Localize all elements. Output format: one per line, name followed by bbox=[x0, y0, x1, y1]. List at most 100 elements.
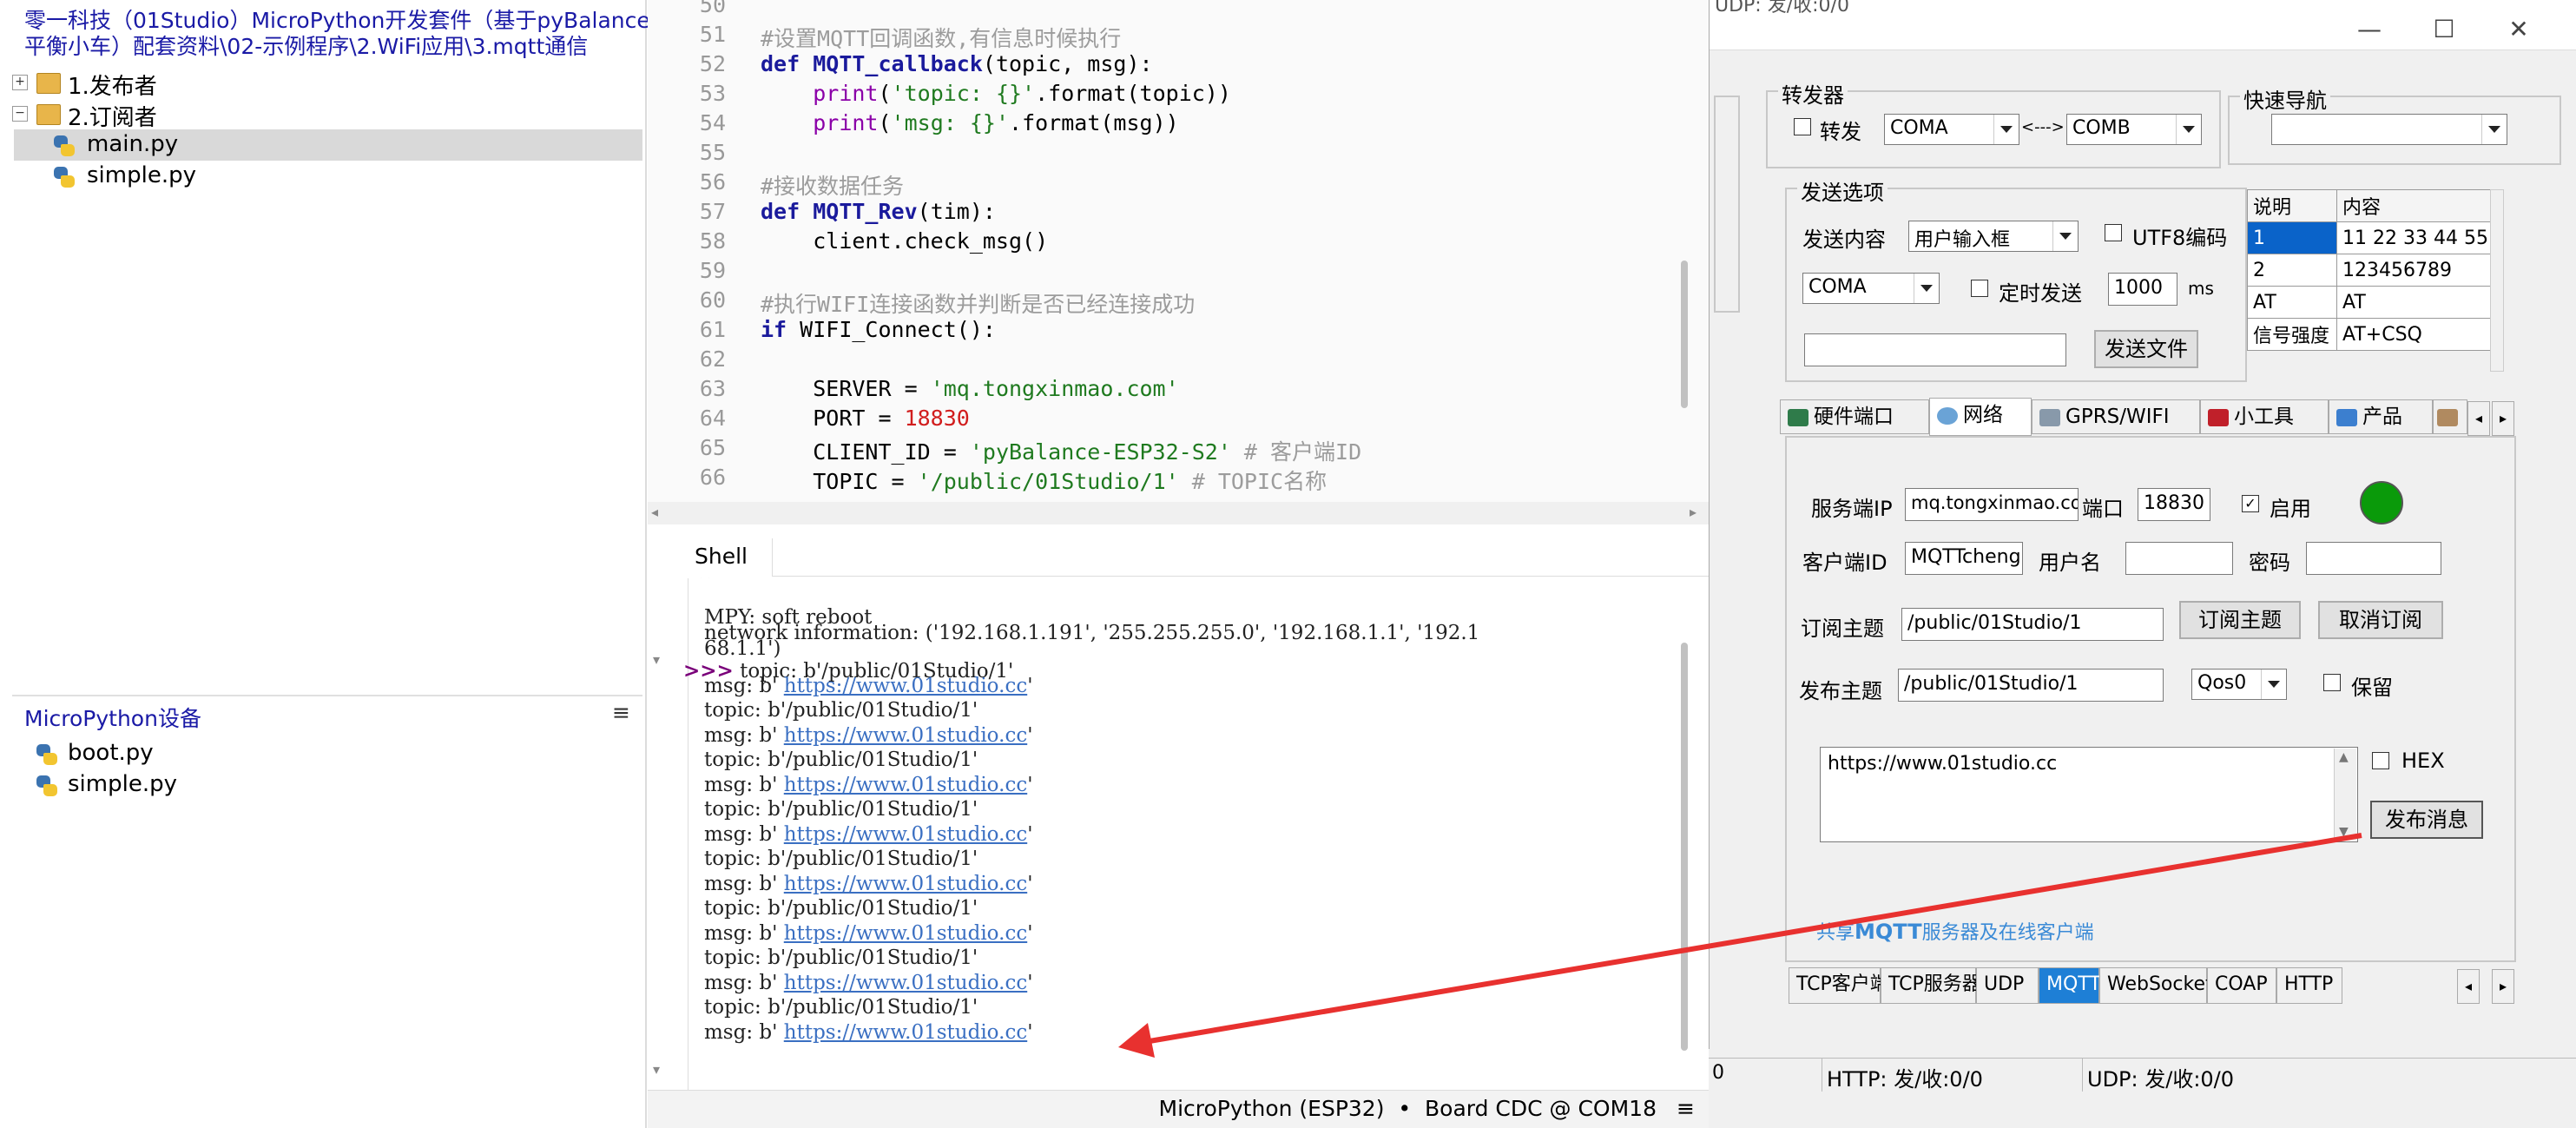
chevron-down-icon bbox=[1914, 274, 1939, 303]
tab-tools[interactable]: 小工具 bbox=[2200, 399, 2329, 434]
tree-file-main-py[interactable]: main.py bbox=[14, 129, 642, 161]
forward-to-select[interactable]: COMB bbox=[2066, 114, 2202, 145]
forward-label: 转发 bbox=[1820, 120, 1861, 144]
tab-products[interactable]: 产品 bbox=[2329, 399, 2433, 434]
message-scrollbar[interactable]: ▲ ▼ bbox=[2334, 749, 2356, 841]
server-ip-input[interactable]: mq.tongxinmao.com bbox=[1905, 488, 2079, 521]
tab-udp[interactable]: UDP bbox=[1976, 967, 2039, 1004]
subscribe-topic-input[interactable]: /public/01Studio/1 bbox=[1901, 608, 2164, 641]
scroll-down-icon[interactable]: ▾ bbox=[653, 651, 660, 668]
collapse-icon[interactable]: − bbox=[12, 106, 28, 122]
retain-checkbox[interactable] bbox=[2323, 674, 2341, 691]
table-row[interactable]: 2 123456789 bbox=[2247, 254, 2494, 287]
tab-scroll-left-icon[interactable]: ◂ bbox=[2457, 969, 2480, 1004]
shared-server-link[interactable]: 共享MQTT服务器及在线客户端 bbox=[1816, 917, 2094, 945]
quicknav-select[interactable] bbox=[2271, 114, 2507, 145]
maximize-icon[interactable]: ☐ bbox=[2427, 12, 2461, 47]
username-input[interactable] bbox=[2125, 542, 2233, 575]
interpreter-status[interactable]: MicroPython (ESP32) • Board CDC @ COM18 bbox=[1159, 1096, 1657, 1121]
device-file-simple-py[interactable]: simple.py bbox=[0, 769, 642, 801]
tree-file-simple-py[interactable]: simple.py bbox=[0, 161, 642, 192]
send-content-select[interactable]: 用户输入框 bbox=[1908, 221, 2079, 252]
tab-scroll-right-icon[interactable]: ▸ bbox=[2492, 969, 2514, 1004]
table-row[interactable]: AT AT bbox=[2247, 286, 2494, 319]
editor-horizontal-scrollbar[interactable]: ◂ ▸ bbox=[648, 502, 1709, 524]
menu-icon[interactable]: ≡ bbox=[1677, 1096, 1695, 1121]
table-scrollbar[interactable] bbox=[2490, 189, 2504, 372]
minimize-icon[interactable]: — bbox=[2352, 12, 2387, 47]
tab-more[interactable] bbox=[2433, 399, 2467, 434]
python-file-icon bbox=[35, 742, 59, 767]
code-line-63: SERVER = 'mq.tongxinmao.com' bbox=[813, 376, 1179, 401]
scroll-right-icon[interactable]: ▸ bbox=[1690, 504, 1696, 520]
send-content-label: 发送内容 bbox=[1802, 228, 1886, 252]
forward-from-select[interactable]: COMA bbox=[1884, 114, 2019, 145]
shell-vertical-scrollbar[interactable] bbox=[1681, 643, 1688, 1051]
url-link[interactable]: https://www.01studio.cc bbox=[784, 1021, 1027, 1044]
qos-select[interactable]: Qos0 bbox=[2191, 669, 2287, 700]
close-icon[interactable]: ✕ bbox=[2501, 12, 2536, 47]
table-cell[interactable]: 信号强度 bbox=[2247, 318, 2337, 351]
url-link[interactable]: https://www.01studio.cc bbox=[784, 823, 1027, 846]
enable-checkbox[interactable]: ✓ bbox=[2242, 495, 2259, 512]
table-cell[interactable]: 1 bbox=[2247, 221, 2337, 254]
unsubscribe-button[interactable]: 取消订阅 bbox=[2318, 601, 2443, 639]
tab-http[interactable]: HTTP bbox=[2276, 967, 2342, 1004]
code-editor[interactable]: 50 51 52 53 54 55 56 57 58 59 60 61 62 63 64 65 66 #设置MQ… bbox=[648, 0, 1709, 504]
password-input[interactable] bbox=[2306, 542, 2441, 575]
forward-checkbox[interactable] bbox=[1794, 118, 1811, 135]
tab-shell[interactable]: Shell × bbox=[686, 538, 773, 593]
table-cell[interactable]: 11 22 33 44 55 bbox=[2336, 221, 2494, 254]
timed-send-checkbox[interactable] bbox=[1971, 280, 1988, 297]
client-id-input[interactable]: MQTTcheng bbox=[1905, 542, 2023, 575]
tab-websockets[interactable]: WebSockets bbox=[2099, 967, 2223, 1004]
table-cell[interactable]: 2 bbox=[2247, 254, 2337, 287]
menu-icon[interactable]: ≡ bbox=[612, 700, 630, 725]
publish-topic-input[interactable]: /public/01Studio/1 bbox=[1898, 669, 2164, 702]
url-link[interactable]: https://www.01studio.cc bbox=[784, 724, 1027, 747]
publish-button[interactable]: 发布消息 bbox=[2370, 801, 2483, 839]
scroll-down-icon[interactable]: ▾ bbox=[653, 1061, 660, 1078]
table-row[interactable]: 信号强度 AT+CSQ bbox=[2247, 318, 2494, 351]
tree-folder-publisher[interactable]: + 1.发布者 bbox=[0, 67, 642, 100]
table-cell[interactable]: AT+CSQ bbox=[2336, 318, 2494, 351]
tab-gprs-wifi[interactable]: GPRS/WIFI bbox=[2032, 399, 2200, 434]
tab-scroll-right-icon[interactable]: ▸ bbox=[2492, 401, 2514, 436]
utf8-checkbox[interactable] bbox=[2105, 224, 2122, 241]
table-cell[interactable]: 123456789 bbox=[2336, 254, 2494, 287]
table-cell[interactable]: AT bbox=[2247, 286, 2337, 319]
subscribe-button[interactable]: 订阅主题 bbox=[2179, 601, 2301, 639]
shell-topic-line: topic: b'/public/01Studio/1' bbox=[704, 947, 978, 969]
url-link[interactable]: https://www.01studio.cc bbox=[784, 675, 1027, 697]
tab-tcp-[interactable]: TCP客户端 bbox=[1789, 967, 1889, 1004]
scroll-left-icon[interactable]: ◂ bbox=[651, 504, 658, 520]
tab-tcp-[interactable]: TCP服务器 bbox=[1881, 967, 1981, 1004]
table-cell[interactable]: AT bbox=[2336, 286, 2494, 319]
editor-vertical-scrollbar[interactable] bbox=[1681, 261, 1688, 408]
hex-checkbox[interactable] bbox=[2372, 752, 2389, 769]
line-number: 60 bbox=[699, 287, 726, 313]
send-file-button[interactable]: 发送文件 bbox=[2094, 330, 2198, 368]
timed-interval-input[interactable]: 1000 bbox=[2108, 273, 2177, 306]
port-input[interactable]: 18830 bbox=[2138, 488, 2210, 521]
tree-folder-subscriber[interactable]: − 2.订阅者 bbox=[0, 98, 642, 131]
message-textarea[interactable]: https://www.01studio.cc bbox=[1820, 747, 2358, 842]
tab-scroll-left-icon[interactable]: ◂ bbox=[2467, 401, 2490, 436]
port-select[interactable]: COMA bbox=[1802, 273, 1940, 304]
tab-coap[interactable]: COAP bbox=[2207, 967, 2276, 1004]
shell-output[interactable]: MPY: soft reboot network information: ('1… bbox=[683, 578, 1709, 1103]
table-row[interactable]: 1 11 22 33 44 55 bbox=[2247, 221, 2494, 254]
url-link[interactable]: https://www.01studio.cc bbox=[784, 774, 1027, 796]
send-input[interactable] bbox=[1804, 333, 2066, 366]
tree-item-label: boot.py bbox=[68, 740, 154, 766]
current-path-line2[interactable]: 平衡小车）配套资料\02-示例程序\2.WiFi应用\3.mqtt通信 bbox=[24, 30, 588, 61]
url-link[interactable]: https://www.01studio.cc bbox=[784, 873, 1027, 895]
code-line-64: PORT = 18830 bbox=[813, 406, 970, 431]
device-file-boot-py[interactable]: boot.py bbox=[0, 738, 642, 769]
tab-hardware-port[interactable]: 硬件端口 bbox=[1780, 399, 1929, 434]
url-link[interactable]: https://www.01studio.cc bbox=[784, 972, 1027, 994]
expand-icon[interactable]: + bbox=[12, 75, 28, 90]
tab-network[interactable]: 网络 bbox=[1929, 398, 2032, 436]
tab-mqtt[interactable]: MQTT bbox=[2039, 967, 2101, 1004]
url-link[interactable]: https://www.01studio.cc bbox=[784, 922, 1027, 945]
